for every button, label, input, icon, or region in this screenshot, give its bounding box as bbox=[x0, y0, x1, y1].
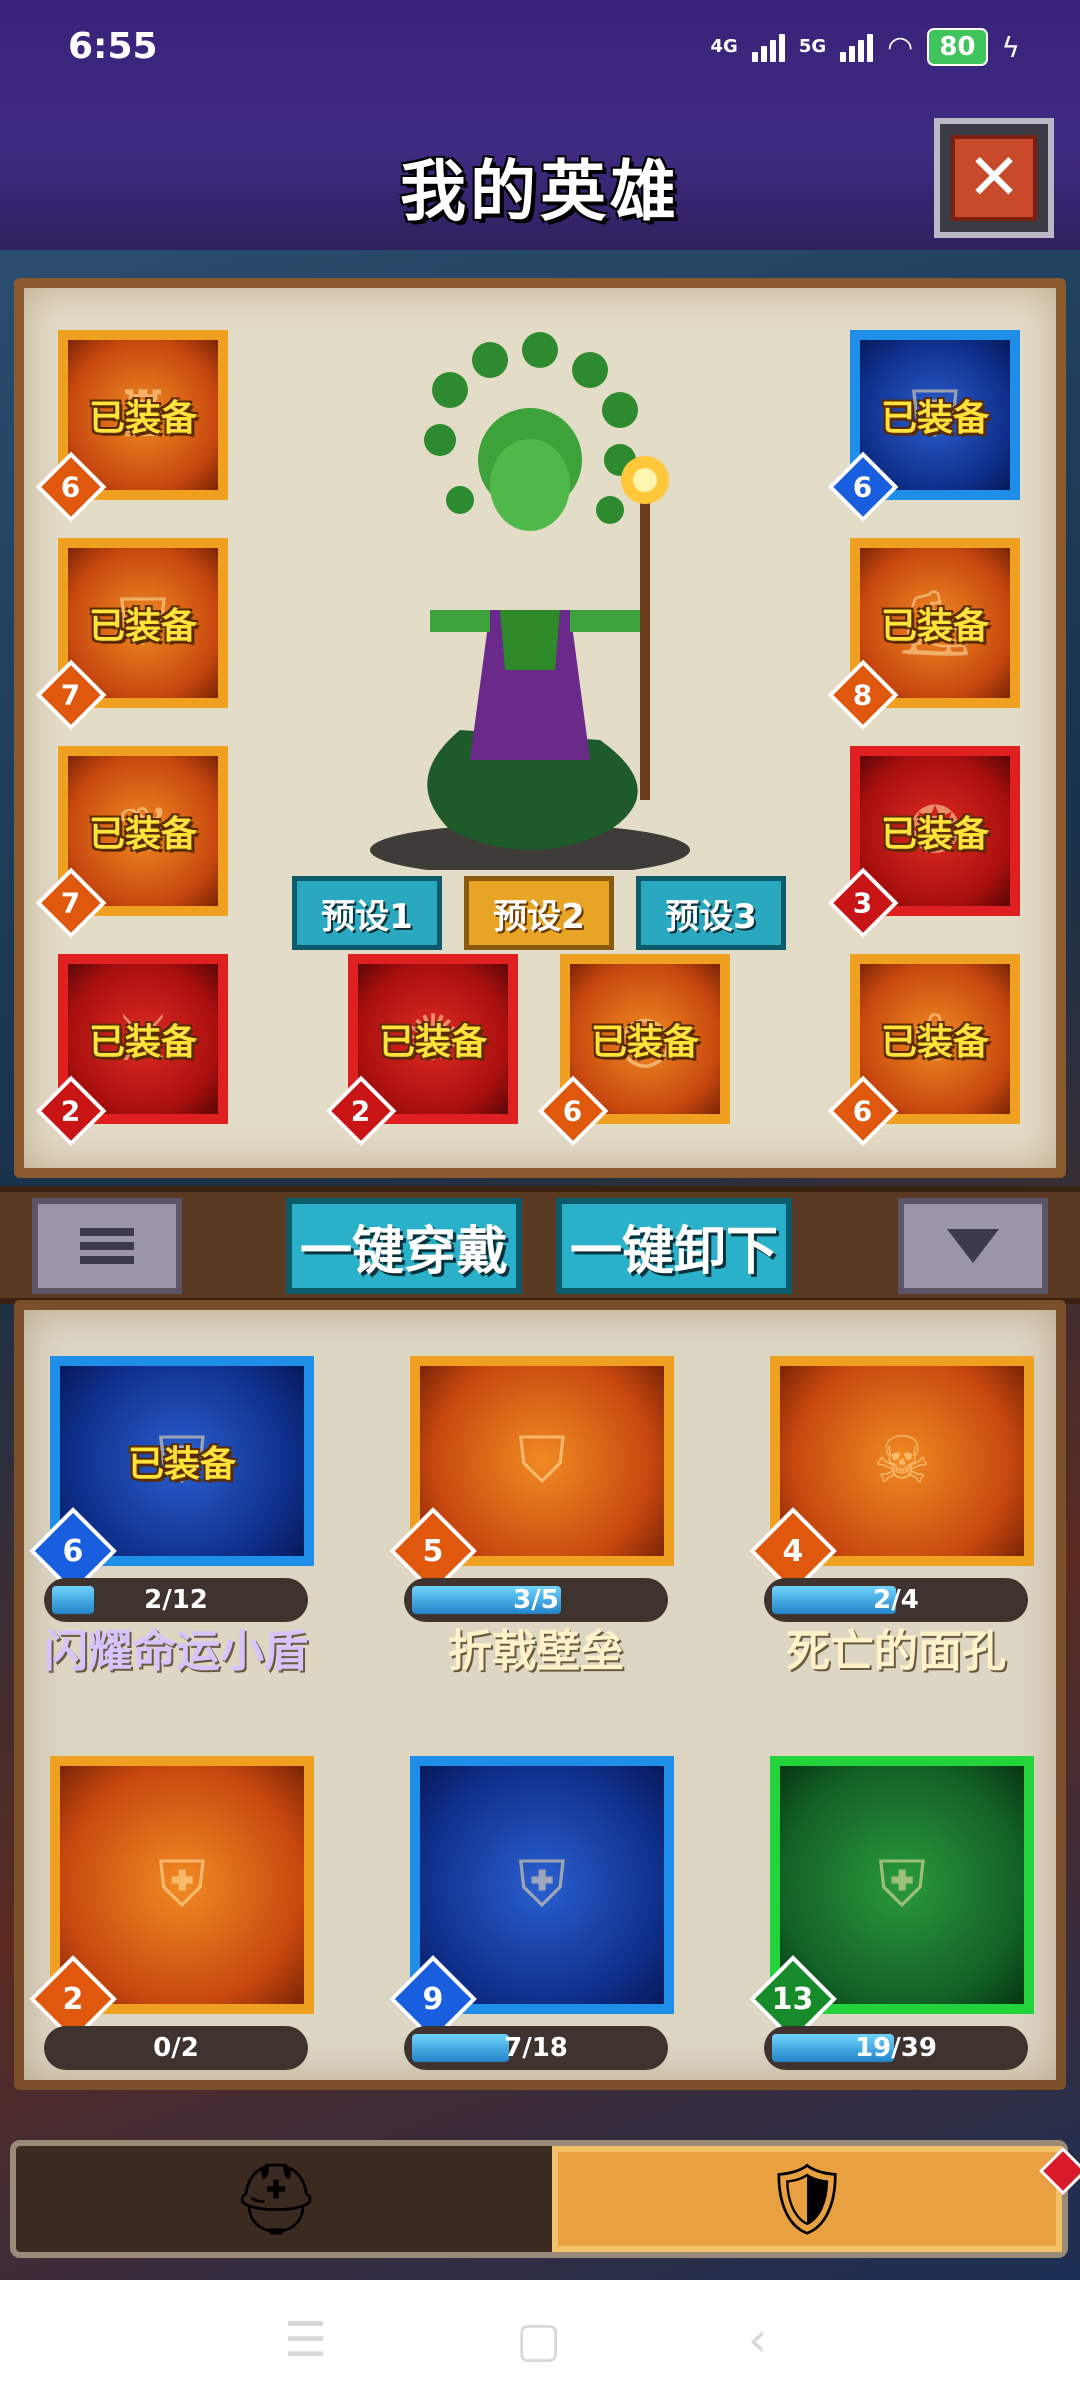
equipped-label: 已装备 bbox=[590, 1022, 699, 1063]
list-icon bbox=[80, 1228, 134, 1264]
signal-icon bbox=[751, 32, 785, 62]
item-name: 死亡的面孔 bbox=[786, 1626, 1006, 1677]
status-icons: 4G 5G ◠ 80 ϟ bbox=[711, 28, 1020, 66]
inventory-item[interactable]: ☠ 4 2/4 死亡的面孔 bbox=[749, 1356, 1034, 1677]
equipped-label: 已装备 bbox=[880, 606, 989, 647]
list-view-button[interactable] bbox=[32, 1198, 182, 1294]
inventory-item[interactable]: ⛨ 13 19/39 bbox=[749, 1756, 1034, 2070]
equip-slot-cloak[interactable]: ❦ 已装备 7 bbox=[35, 746, 228, 939]
progress-text: 0/2 bbox=[153, 2033, 199, 2063]
dragon-shield-icon: ⛨ bbox=[158, 1848, 206, 1922]
preset-1-button[interactable]: 预设1 bbox=[292, 876, 442, 950]
inventory-item[interactable]: ⛨ 已装备 6 2/12 闪耀命运小盾 bbox=[29, 1356, 314, 1677]
unequip-all-button[interactable]: 一键卸下 bbox=[556, 1198, 792, 1294]
network-5g-label: 5G bbox=[798, 36, 827, 57]
inventory-item[interactable]: ⛨ 2 0/2 bbox=[29, 1756, 314, 2070]
page-title: 我的英雄 bbox=[400, 153, 680, 230]
progress-text: 2/4 bbox=[873, 1585, 919, 1615]
progress-text: 7/18 bbox=[504, 2033, 568, 2063]
equipped-label: 已装备 bbox=[88, 398, 197, 439]
item-card[interactable]: ⛨ 已装备 6 bbox=[29, 1356, 314, 1595]
item-card[interactable]: ⛨ 9 bbox=[389, 1756, 674, 2043]
equip-slot-relic[interactable]: ✺ 已装备 2 bbox=[325, 954, 518, 1147]
progress-bar: 2/12 bbox=[44, 1578, 308, 1622]
progress-bar: 19/39 bbox=[764, 2026, 1028, 2070]
inventory-item[interactable]: ⛉ 5 3/5 折戟壁垒 bbox=[389, 1356, 674, 1677]
progress-text: 19/39 bbox=[855, 2033, 937, 2063]
progress-bar: 2/4 bbox=[764, 1578, 1028, 1622]
close-icon: ✕ bbox=[951, 135, 1037, 221]
home-nav-icon[interactable]: ▢ bbox=[516, 2312, 561, 2368]
back-nav-icon[interactable]: ‹ bbox=[748, 2312, 767, 2368]
equipped-label: 已装备 bbox=[880, 1022, 989, 1063]
item-name: 闪耀命运小盾 bbox=[44, 1626, 308, 1677]
equipped-label: 已装备 bbox=[88, 606, 197, 647]
wifi-icon: ◠ bbox=[887, 29, 914, 65]
item-name: 折戟壁垒 bbox=[448, 1626, 624, 1677]
equipped-label: 已装备 bbox=[127, 1444, 236, 1485]
inventory-item[interactable]: ⛨ 9 7/18 bbox=[389, 1756, 674, 2070]
equipped-label: 已装备 bbox=[88, 814, 197, 855]
crystal-shield-icon: ⛨ bbox=[518, 1848, 566, 1922]
progress-bar: 0/2 bbox=[44, 2026, 308, 2070]
item-card[interactable]: ⛉ 5 bbox=[389, 1356, 674, 1595]
header-bar: 6:55 4G 5G ◠ 80 ϟ 我的英雄 ✕ bbox=[0, 0, 1080, 250]
charging-icon: ϟ bbox=[1001, 30, 1020, 64]
skull-icon: ☠ bbox=[873, 1424, 931, 1498]
battery-icon: 80 bbox=[927, 28, 988, 66]
filter-icon bbox=[947, 1229, 999, 1263]
item-card[interactable]: ⛨ 2 bbox=[29, 1756, 314, 2043]
status-time: 6:55 bbox=[68, 26, 158, 67]
preset-2-button[interactable]: 预设2 bbox=[464, 876, 614, 950]
equip-all-button[interactable]: 一键穿戴 bbox=[286, 1198, 522, 1294]
status-bar: 6:55 4G 5G ◠ 80 ϟ bbox=[0, 0, 1080, 100]
equip-slot-offhand[interactable]: ⛨ 已装备 6 bbox=[827, 330, 1020, 523]
equip-slot-weapon[interactable]: ⚔ 已装备 2 bbox=[35, 954, 228, 1147]
preset-3-button[interactable]: 预设3 bbox=[636, 876, 786, 950]
item-card[interactable]: ☠ 4 bbox=[749, 1356, 1034, 1595]
equip-slot-pet[interactable]: ❂ 已装备 3 bbox=[827, 746, 1020, 939]
equip-slot-necklace[interactable]: ☥ 已装备 6 bbox=[827, 954, 1020, 1147]
progress-text: 3/5 bbox=[513, 1585, 559, 1615]
hero-medusa-image bbox=[370, 332, 690, 870]
close-button[interactable]: ✕ bbox=[934, 118, 1054, 238]
bulwark-icon: ⛉ bbox=[518, 1424, 566, 1498]
item-card[interactable]: ⛨ 13 bbox=[749, 1756, 1034, 2043]
chest-armor-icon: 🛡 bbox=[762, 2157, 852, 2240]
equip-slot-head[interactable]: ♜ 已装备 6 bbox=[35, 330, 228, 523]
equip-slot-boots[interactable]: ⛸ 已装备 8 bbox=[827, 538, 1020, 731]
equipped-label: 已装备 bbox=[880, 814, 989, 855]
signal-icon-2 bbox=[840, 32, 874, 62]
equip-slot-ring[interactable]: ◎ 已装备 6 bbox=[537, 954, 730, 1147]
equip-slot-shoulders[interactable]: ⛉ 已装备 7 bbox=[35, 538, 228, 731]
filter-button[interactable] bbox=[898, 1198, 1048, 1294]
progress-bar: 7/18 bbox=[404, 2026, 668, 2070]
emerald-shield-icon: ⛨ bbox=[878, 1848, 926, 1922]
progress-bar: 3/5 bbox=[404, 1578, 668, 1622]
progress-text: 2/12 bbox=[144, 1585, 208, 1615]
tab-heroes[interactable]: ⛑ bbox=[16, 2146, 536, 2252]
equipped-label: 已装备 bbox=[378, 1022, 487, 1063]
menu-nav-icon[interactable]: ☰ bbox=[284, 2312, 327, 2368]
tab-equipment[interactable]: 🛡 bbox=[552, 2146, 1062, 2252]
equipped-label: 已装备 bbox=[880, 398, 989, 439]
equipped-label: 已装备 bbox=[88, 1022, 197, 1063]
network-4g-label: 4G bbox=[710, 36, 738, 57]
viking-helmet-icon: ⛑ bbox=[231, 2157, 321, 2240]
